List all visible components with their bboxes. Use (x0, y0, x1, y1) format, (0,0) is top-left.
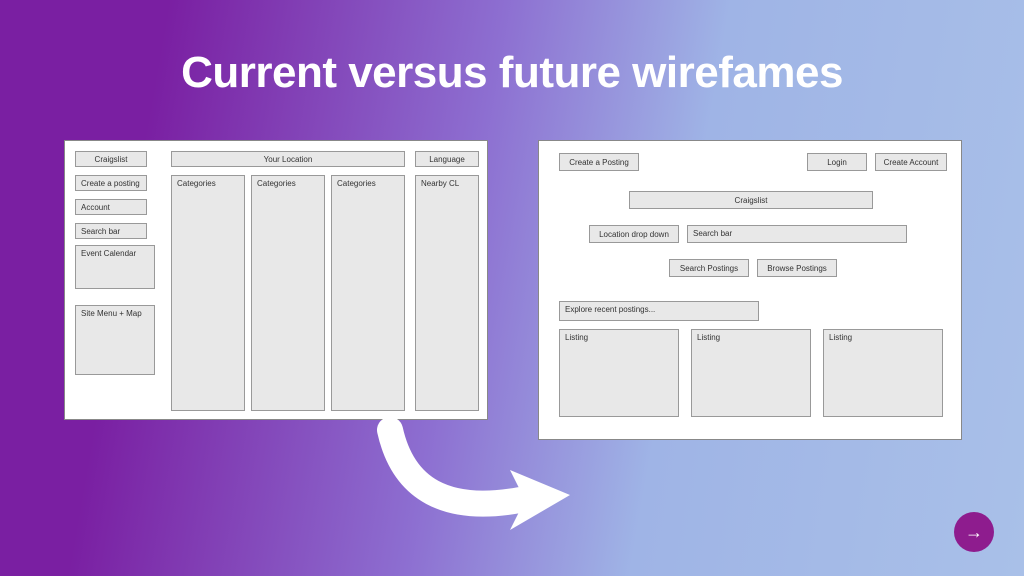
box-create-posting: Create a posting (75, 175, 147, 191)
wireframe-future: Create a Posting Login Create Account Cr… (538, 140, 962, 440)
arrow-right-icon: → (965, 522, 983, 543)
box-site-menu-map: Site Menu + Map (75, 305, 155, 375)
box-create-account: Create Account (875, 153, 947, 171)
box-event-calendar: Event Calendar (75, 245, 155, 289)
box-your-location: Your Location (171, 151, 405, 167)
box-search-bar: Search bar (75, 223, 147, 239)
box-explore: Explore recent postings... (559, 301, 759, 321)
wireframe-current: Craigslist Your Location Language Create… (64, 140, 488, 420)
slide-title: Current versus future wirefames (0, 48, 1024, 98)
slide: Current versus future wirefames Craigsli… (0, 0, 1024, 576)
box-nearby-cl: Nearby CL (415, 175, 479, 411)
box-create-posting: Create a Posting (559, 153, 639, 171)
box-craigslist: Craigslist (629, 191, 873, 209)
box-craigslist: Craigslist (75, 151, 147, 167)
box-listing-2: Listing (691, 329, 811, 417)
box-browse-postings: Browse Postings (757, 259, 837, 277)
box-categories-3: Categories (331, 175, 405, 411)
box-categories-2: Categories (251, 175, 325, 411)
box-account: Account (75, 199, 147, 215)
box-login: Login (807, 153, 867, 171)
box-search-postings: Search Postings (669, 259, 749, 277)
box-listing-1: Listing (559, 329, 679, 417)
box-location-dropdown: Location drop down (589, 225, 679, 243)
box-listing-3: Listing (823, 329, 943, 417)
next-button[interactable]: → (954, 512, 994, 552)
box-search-bar: Search bar (687, 225, 907, 243)
box-categories-1: Categories (171, 175, 245, 411)
box-language: Language (415, 151, 479, 167)
